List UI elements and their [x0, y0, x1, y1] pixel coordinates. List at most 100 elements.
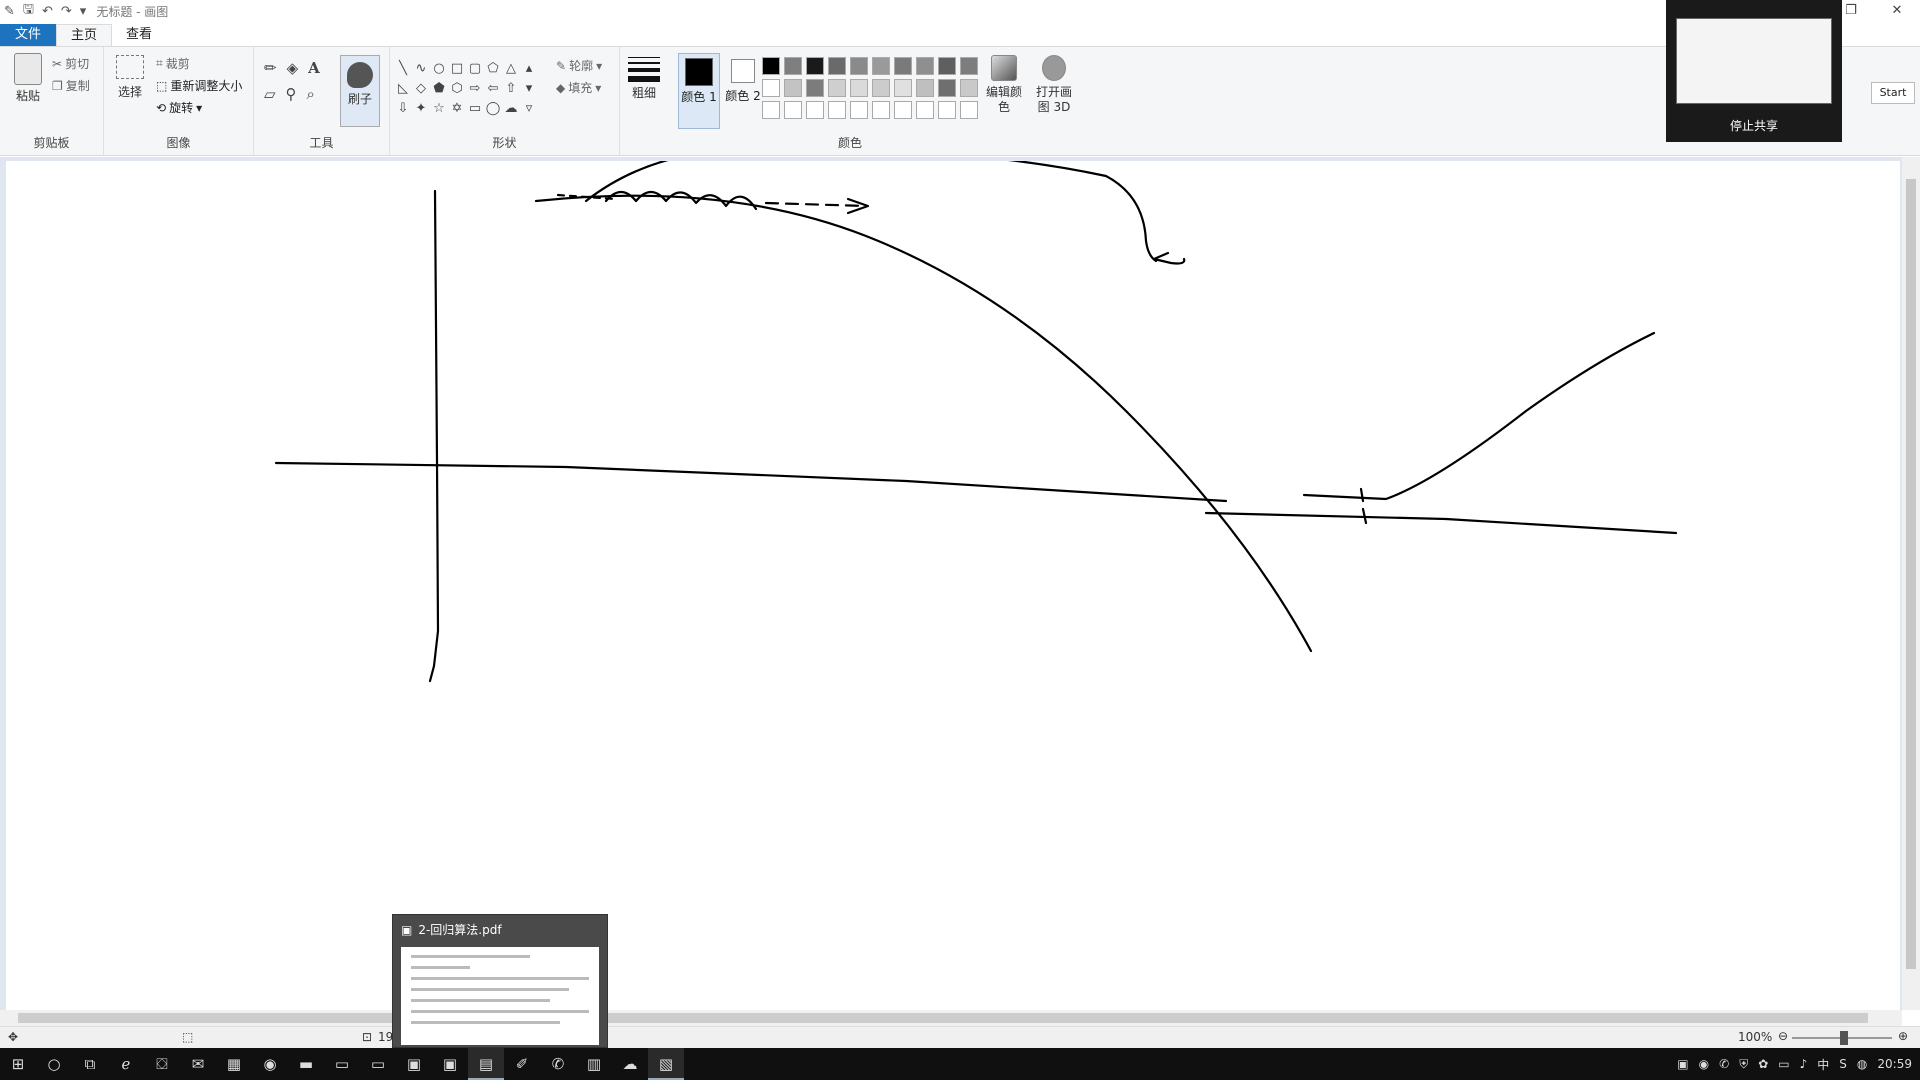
cloud-shape-icon[interactable]: ☁	[502, 99, 520, 119]
palette-swatch[interactable]	[762, 101, 780, 119]
six-star-shape-icon[interactable]: ✡	[448, 99, 466, 119]
palette-swatch[interactable]	[872, 101, 890, 119]
brush-button[interactable]: 刷子	[340, 55, 380, 127]
edit-colors-button[interactable]: 编辑颜色	[986, 55, 1022, 115]
palette-swatch[interactable]	[960, 79, 978, 97]
tab-file[interactable]: 文件	[0, 24, 56, 46]
ime-indicator[interactable]: 中	[1817, 1056, 1829, 1073]
palette-swatch[interactable]	[960, 101, 978, 119]
palette-swatch[interactable]	[828, 79, 846, 97]
color2-button[interactable]: 颜色 2	[724, 53, 762, 129]
save-icon[interactable]: 🖫	[23, 0, 34, 22]
palette-swatch[interactable]	[938, 79, 956, 97]
resize-button[interactable]: ⬚ 重新调整大小	[156, 77, 242, 94]
drawing-canvas[interactable]	[6, 147, 1900, 1011]
select-button[interactable]: 选择	[112, 55, 148, 100]
oval-shape-icon[interactable]: ○	[430, 59, 448, 79]
shapes-gallery[interactable]: ╲ ∿ ○ □ ▢ ⬠ △ ▴ ◺ ◇ ⬟ ⬡ ⇨ ⇦ ⇧ ▾ ⇩ ✦ ☆ ✡ …	[394, 59, 544, 119]
pencil-icon[interactable]: ✏	[264, 59, 277, 77]
copy-button[interactable]: ❐ 复制	[52, 77, 90, 94]
security-shield-icon[interactable]: ⛨	[1739, 1057, 1748, 1072]
palette-swatch[interactable]	[828, 101, 846, 119]
tray-app-icon[interactable]: ✿	[1758, 1057, 1768, 1071]
paint-taskbar-icon[interactable]: ▧	[648, 1048, 684, 1080]
paste-button[interactable]: 粘贴	[8, 53, 48, 104]
four-star-shape-icon[interactable]: ✦	[412, 99, 430, 119]
rounded-rect-shape-icon[interactable]: ▢	[466, 59, 484, 79]
zoom-in-icon[interactable]: ⊕	[1898, 1029, 1908, 1043]
up-arrow-shape-icon[interactable]: ⇧	[502, 79, 520, 99]
pdf-reader-icon[interactable]: ▤	[468, 1048, 504, 1080]
clock[interactable]: 20:59	[1877, 1057, 1912, 1071]
palette-swatch[interactable]	[806, 79, 824, 97]
vertical-scrollbar[interactable]	[1902, 157, 1920, 1010]
vertical-scroll-thumb[interactable]	[1906, 179, 1916, 969]
undo-icon[interactable]: ↶	[42, 4, 53, 19]
eraser-icon[interactable]: ▱	[264, 85, 276, 103]
tab-view[interactable]: 查看	[112, 24, 166, 46]
palette-swatch[interactable]	[916, 57, 934, 75]
palette-swatch[interactable]	[850, 79, 868, 97]
text-icon[interactable]: A	[308, 59, 320, 77]
windows-start-icon[interactable]: ⊞	[0, 1048, 36, 1080]
palette-swatch[interactable]	[784, 57, 802, 75]
palette-swatch[interactable]	[872, 57, 890, 75]
palette-swatch[interactable]	[960, 57, 978, 75]
store-icon[interactable]: ⛋	[144, 1048, 180, 1080]
callout-oval-shape-icon[interactable]: ◯	[484, 99, 502, 119]
size-button[interactable]: 粗细	[628, 57, 660, 105]
rotate-button[interactable]: ⟲ 旋转 ▾	[156, 99, 202, 116]
palette-swatch[interactable]	[894, 57, 912, 75]
app-icon[interactable]: ▣	[432, 1048, 468, 1080]
palette-swatch[interactable]	[806, 101, 824, 119]
diamond-shape-icon[interactable]: ◇	[412, 79, 430, 99]
rect-shape-icon[interactable]: □	[448, 59, 466, 79]
cortana-search-icon[interactable]: ○	[36, 1048, 72, 1080]
crop-button[interactable]: ⌗ 裁剪	[156, 55, 190, 72]
scroll-down-icon[interactable]: ▾	[520, 79, 538, 99]
palette-swatch[interactable]	[894, 101, 912, 119]
zoom-slider-knob[interactable]	[1840, 1031, 1848, 1045]
down-arrow-shape-icon[interactable]: ⇩	[394, 99, 412, 119]
app-icon[interactable]: ✐	[504, 1048, 540, 1080]
cut-button[interactable]: ✂ 剪切	[52, 55, 89, 72]
tray-app-icon[interactable]: ◉	[1699, 1057, 1709, 1071]
task-view-icon[interactable]: ⧉	[72, 1048, 108, 1080]
app-icon[interactable]: ▦	[216, 1048, 252, 1080]
notification-badge-icon[interactable]: ◍	[1857, 1057, 1867, 1071]
curve-shape-icon[interactable]: ∿	[412, 59, 430, 79]
wechat-tray-icon[interactable]: ✆	[1719, 1057, 1729, 1071]
redo-icon[interactable]: ↷	[61, 4, 72, 19]
five-star-shape-icon[interactable]: ☆	[430, 99, 448, 119]
close-button[interactable]: ✕	[1874, 0, 1920, 22]
paint3d-button[interactable]: 打开画图 3D	[1032, 55, 1076, 115]
palette-swatch[interactable]	[894, 79, 912, 97]
color1-button[interactable]: 颜色 1	[678, 53, 720, 129]
palette-swatch[interactable]	[762, 57, 780, 75]
line-shape-icon[interactable]: ╲	[394, 59, 412, 79]
palette-swatch[interactable]	[828, 57, 846, 75]
taskbar-preview-pdf[interactable]: ▣ 2-回归算法.pdf	[392, 914, 608, 1048]
hexagon-shape-icon[interactable]: ⬡	[448, 79, 466, 99]
callout-rect-shape-icon[interactable]: ▭	[466, 99, 484, 119]
wechat-icon[interactable]: ✆	[540, 1048, 576, 1080]
stop-sharing-button[interactable]: 停止共享	[1666, 117, 1842, 134]
app-icon[interactable]: ▣	[396, 1048, 432, 1080]
palette-swatch[interactable]	[784, 79, 802, 97]
tray-app-icon[interactable]: ▣	[1677, 1057, 1688, 1071]
palette-swatch[interactable]	[916, 101, 934, 119]
color-palette[interactable]	[762, 57, 980, 121]
customize-qa-icon[interactable]: ▾	[80, 4, 87, 19]
app-icon[interactable]: ▥	[576, 1048, 612, 1080]
browser-icon[interactable]: ◉	[252, 1048, 288, 1080]
terminal-icon[interactable]: ▭	[324, 1048, 360, 1080]
horizontal-scrollbar[interactable]	[0, 1010, 1902, 1026]
palette-swatch[interactable]	[916, 79, 934, 97]
palette-swatch[interactable]	[784, 101, 802, 119]
palette-swatch[interactable]	[938, 101, 956, 119]
app-icon[interactable]: ☁	[612, 1048, 648, 1080]
palette-swatch[interactable]	[850, 57, 868, 75]
magnifier-icon[interactable]: ⌕	[307, 85, 315, 103]
edge-browser-icon[interactable]: ℯ	[108, 1048, 144, 1080]
zoom-out-icon[interactable]: ⊖	[1778, 1029, 1788, 1043]
